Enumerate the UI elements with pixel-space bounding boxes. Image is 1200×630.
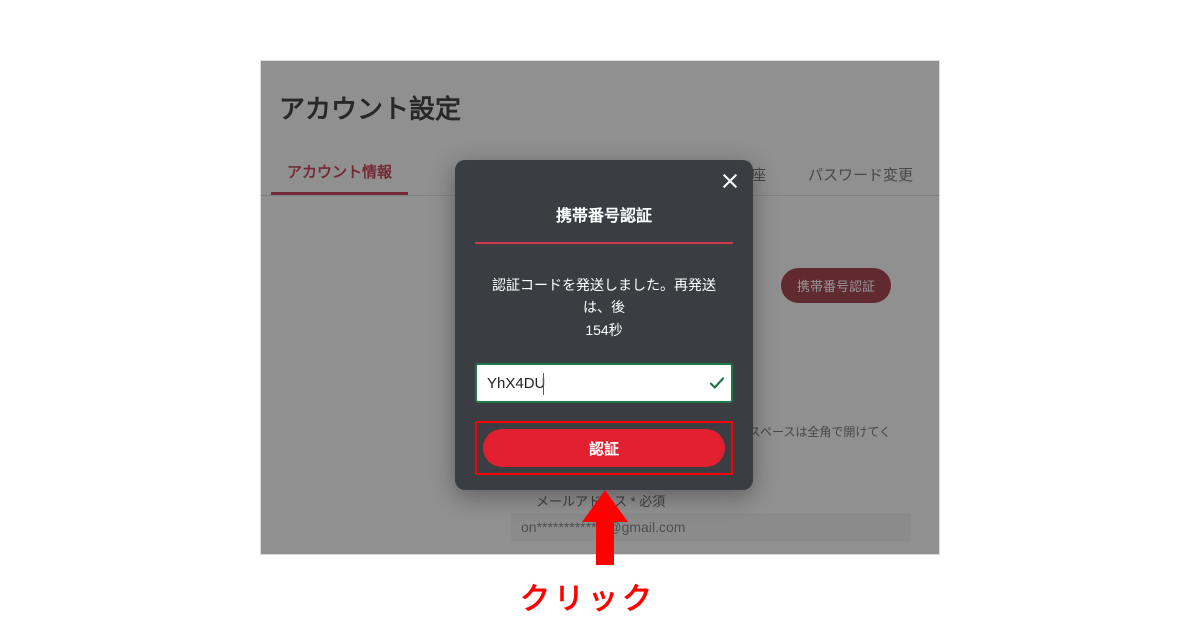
phone-verify-badge[interactable]: 携帯番号認証: [781, 268, 891, 303]
modal-message: 認証コードを発送しました。再発送は、後 154秒: [475, 274, 733, 341]
page-title: アカウント設定: [279, 89, 461, 126]
code-input-wrap: [475, 363, 733, 403]
text-cursor: [543, 373, 544, 395]
submit-highlight-box: 認証: [475, 421, 733, 475]
modal-title: 携帯番号認証: [475, 202, 733, 226]
arrow-up-icon: [580, 490, 630, 565]
modal-message-line1: 認証コードを発送しました。再発送は、後: [492, 277, 716, 315]
modal-divider: [475, 242, 733, 244]
phone-verify-modal: 携帯番号認証 認証コードを発送しました。再発送は、後 154秒 認証: [455, 160, 753, 490]
modal-message-line2: 154秒: [585, 322, 622, 338]
verify-button[interactable]: 認証: [483, 429, 725, 467]
tab-password-change[interactable]: パスワード変更: [792, 164, 929, 195]
click-annotation-text: クリック: [520, 574, 656, 618]
close-icon[interactable]: [721, 172, 739, 190]
tab-account-info[interactable]: アカウント情報: [271, 161, 408, 195]
verification-code-input[interactable]: [477, 365, 703, 401]
checkmark-icon: [703, 374, 731, 392]
